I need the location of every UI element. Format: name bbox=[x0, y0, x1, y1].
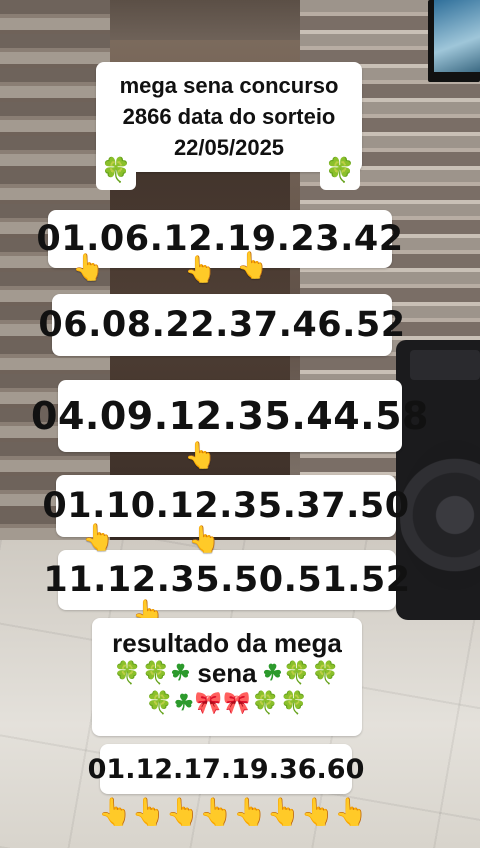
header-line-2: 2866 data do sorteio bbox=[122, 104, 336, 129]
pointing-hand-icon: 👆 bbox=[165, 797, 200, 827]
television-screen bbox=[434, 0, 480, 72]
result-line-1: resultado da mega bbox=[112, 628, 342, 658]
pointing-hand-icon: 👆 bbox=[82, 522, 115, 552]
pointing-hand-icon: 👆 bbox=[233, 797, 267, 827]
pointing-hands-row: 👆 👆 👆 👆 👆 👆 👆 👆 bbox=[98, 796, 368, 828]
pointing-hand-icon: 👆 bbox=[199, 797, 233, 827]
clover-icons-right: ☘🍀🍀 bbox=[262, 660, 341, 685]
pointing-hand-icon: 👆 bbox=[334, 797, 368, 827]
pointing-hand-icon: 👆 bbox=[184, 254, 217, 284]
pointing-hand-icon: 👆 bbox=[98, 797, 132, 827]
result-line-2-row: 🍀🍀☘ sena ☘🍀🍀 bbox=[92, 658, 362, 688]
pointing-hand-icon: 👆 bbox=[188, 524, 221, 554]
clover-icon-left: 🍀 bbox=[96, 150, 136, 190]
result-line-2: sena bbox=[197, 658, 257, 688]
pointing-hand-icon: 👆 bbox=[131, 797, 166, 827]
header-line-1: mega sena concurso bbox=[119, 73, 339, 98]
pointing-hand-icon: 👆 bbox=[72, 252, 105, 282]
result-numbers: 01.12.17.19.36.60 bbox=[88, 744, 364, 794]
game-numbers-3: 04.09.12.35.44.58 bbox=[31, 380, 428, 452]
result-caption: resultado da mega 🍀🍀☘ sena ☘🍀🍀 🍀☘🎀🎀🍀🍀 bbox=[92, 618, 362, 736]
clover-icon-right: 🍀 bbox=[320, 150, 360, 190]
game-numbers-5: 11.12.35.50.51.52 bbox=[43, 550, 410, 610]
pointing-hand-icon: 👆 bbox=[236, 250, 269, 280]
clover-icons-left: 🍀🍀☘ bbox=[113, 660, 192, 685]
clover-icons-bottom: 🍀☘🎀🎀🍀🍀 bbox=[145, 690, 309, 715]
pointing-hand-icon: 👆 bbox=[300, 797, 335, 827]
speaker-control-panel bbox=[410, 350, 480, 380]
pointing-hand-icon: 👆 bbox=[184, 440, 217, 470]
pointing-hand-icon: 👆 bbox=[266, 797, 301, 827]
game-numbers-2: 06.08.22.37.46.52 bbox=[38, 294, 405, 356]
